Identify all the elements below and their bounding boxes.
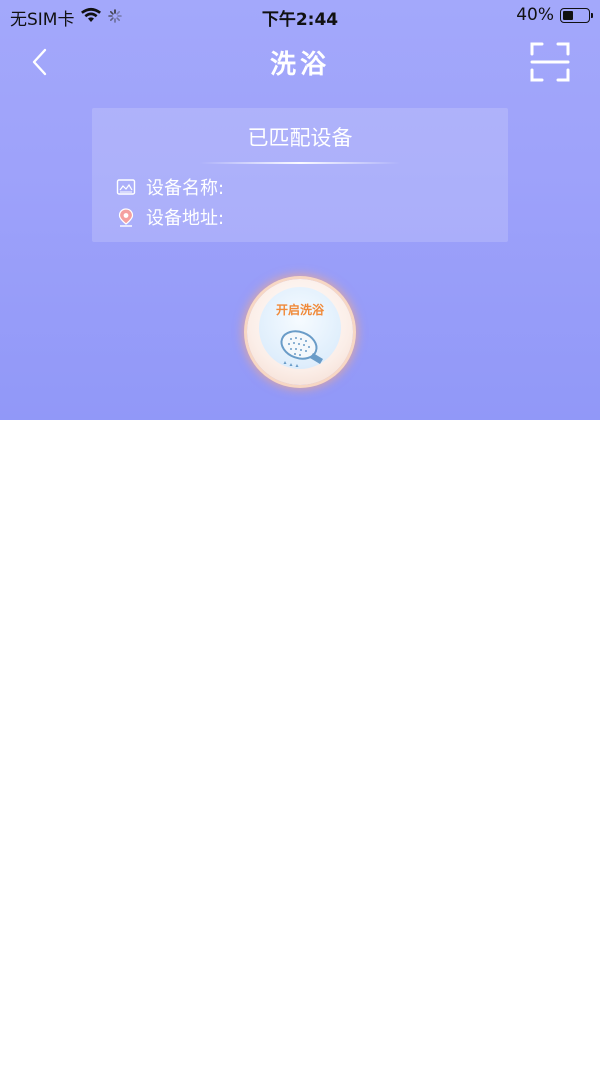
matched-device-card: 已匹配设备 设备名称: 设备地址:	[92, 108, 508, 242]
device-name-row: 设备名称:	[116, 174, 224, 200]
battery-fill	[563, 10, 573, 20]
page-title: 洗浴	[269, 50, 330, 80]
start-shower-button[interactable]: 开启洗浴	[247, 279, 353, 385]
card-title: 已匹配设备	[247, 126, 353, 150]
status-time: 下午2:44	[261, 10, 339, 30]
location-pin-icon	[116, 207, 136, 227]
scan-icon	[530, 42, 570, 82]
nav-bar: 洗浴	[0, 30, 600, 92]
card-divider	[200, 162, 400, 164]
device-name-label: 设备名称:	[146, 178, 225, 199]
device-name-icon	[116, 177, 136, 197]
scan-button[interactable]	[530, 42, 570, 82]
device-address-label: 设备地址:	[146, 208, 225, 229]
shower-head-icon	[280, 330, 323, 367]
status-bar: 无SIM卡 下午2:44 40%	[0, 0, 600, 30]
start-shower-label: 开启洗浴	[275, 303, 324, 317]
device-address-row: 设备地址:	[116, 204, 224, 230]
battery-percent: 40%	[516, 5, 554, 25]
battery-icon	[560, 7, 593, 23]
status-right: 40%	[516, 5, 593, 25]
